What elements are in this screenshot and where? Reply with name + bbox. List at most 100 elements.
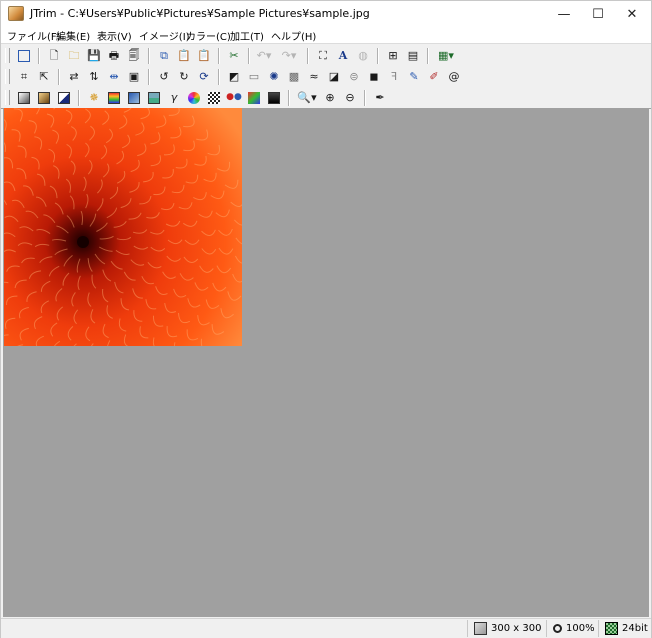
blur-icon[interactable]: ◪: [325, 68, 343, 86]
contrast-icon[interactable]: [265, 89, 283, 107]
menu-view[interactable]: 表示(V): [97, 28, 132, 43]
shadow-icon[interactable]: ▭: [245, 68, 263, 86]
maximize-button[interactable]: ☐: [581, 1, 615, 27]
separator: [38, 47, 40, 64]
image-adjust-icon[interactable]: [145, 89, 163, 107]
emboss-icon[interactable]: ◩: [225, 68, 243, 86]
pen-icon[interactable]: ✎: [405, 68, 423, 86]
separator: [148, 68, 150, 85]
separator: [218, 47, 220, 64]
undo-icon[interactable]: ↶▾: [255, 47, 273, 65]
light-burst-icon[interactable]: ✺: [265, 68, 283, 86]
status-zoom-pane: 100%: [546, 620, 598, 637]
brightness-icon[interactable]: ✵: [85, 89, 103, 107]
pixelate-icon[interactable]: ◼: [365, 68, 383, 86]
color-balance-icon[interactable]: [105, 89, 123, 107]
eyedropper-icon[interactable]: ✒: [371, 89, 389, 107]
brush-icon[interactable]: ✐: [425, 68, 443, 86]
app-icon[interactable]: [8, 6, 24, 21]
grayscale-icon[interactable]: [15, 89, 33, 107]
toolbar-row-2: ⌗ ⇱ ⇄ ⇅ ⇹ ▣ ↺ ↻ ⟳ ◩ ▭ ✺ ▩ ≈ ◪ ⊜ ◼ ꟻ ✎ ✐ …: [3, 66, 464, 87]
lens-icon[interactable]: ⊜: [345, 68, 363, 86]
window-title: JTrim - C:¥Users¥Public¥Pictures¥Sample …: [30, 7, 370, 20]
menu-edit[interactable]: 編集(E): [56, 28, 90, 43]
color-wheel-icon[interactable]: [185, 89, 203, 107]
status-image-size: 300 x 300: [491, 623, 542, 634]
rotate-free-icon[interactable]: ⟳: [195, 68, 213, 86]
toolbar-area: 🗋 🗀 💾 🖶 🗐 ⧉ 📋 📋 ✂ ↶▾ ↷▾ ⛶ A ◍ ⊞ ▤ ▦▾ ⌗ ⇱…: [1, 43, 651, 109]
print-preview-icon[interactable]: 🗐: [125, 47, 143, 65]
new-window-icon[interactable]: [15, 47, 33, 65]
menu-process[interactable]: 加工(T): [230, 28, 264, 43]
new-file-icon[interactable]: 🗋: [45, 47, 63, 65]
photo-chrysanthemum[interactable]: [4, 108, 242, 346]
paste-new-icon[interactable]: 📋: [195, 47, 213, 65]
minimize-button[interactable]: —: [547, 1, 581, 27]
image-size-icon: [474, 622, 487, 635]
paste-icon[interactable]: 📋: [175, 47, 193, 65]
title-bar[interactable]: JTrim - C:¥Users¥Public¥Pictures¥Sample …: [1, 1, 651, 27]
magnifier-icon: [553, 624, 562, 633]
frame-icon[interactable]: ▣: [125, 68, 143, 86]
menu-image[interactable]: イメージ(I): [139, 28, 190, 43]
status-size-pane: 300 x 300: [467, 620, 546, 637]
resize-icon[interactable]: ⇱: [35, 68, 53, 86]
mosaic-icon[interactable]: ▩: [285, 68, 303, 86]
separator: [78, 89, 80, 106]
separator: [427, 47, 429, 64]
hue-icon[interactable]: [125, 89, 143, 107]
status-bar: 300 x 300 100% 24bit: [1, 618, 651, 638]
flip-horizontal-icon[interactable]: ⇄: [65, 68, 83, 86]
color-depth-icon: [605, 622, 618, 635]
separator: [218, 68, 220, 85]
spiral-icon[interactable]: @: [445, 68, 463, 86]
text-icon[interactable]: A: [334, 47, 352, 65]
rgb-icon[interactable]: ● ●: [225, 89, 243, 107]
wave-icon[interactable]: ≈: [305, 68, 323, 86]
separator: [377, 47, 379, 64]
hdr-icon[interactable]: [245, 89, 263, 107]
status-zoom: 100%: [566, 623, 595, 634]
menu-color[interactable]: カラー(C): [186, 28, 231, 43]
fit-window-icon[interactable]: ⛶: [314, 47, 332, 65]
sharpen-icon[interactable]: ꟻ: [385, 68, 403, 86]
separator: [307, 47, 309, 64]
redo-icon[interactable]: ↷▾: [280, 47, 298, 65]
globe-icon[interactable]: ◍: [354, 47, 372, 65]
gamma-icon[interactable]: γ: [165, 89, 183, 107]
separator: [148, 47, 150, 64]
copy-icon[interactable]: ⧉: [155, 47, 173, 65]
status-color-depth: 24bit: [622, 623, 648, 634]
sepia-icon[interactable]: [35, 89, 53, 107]
negative-icon[interactable]: [55, 89, 73, 107]
menu-help[interactable]: ヘルプ(H): [271, 28, 316, 43]
zoom-icon[interactable]: 🔍▾: [295, 89, 319, 107]
toolbar-row-1: 🗋 🗀 💾 🖶 🗐 ⧉ 📋 📋 ✂ ↶▾ ↷▾ ⛶ A ◍ ⊞ ▤ ▦▾: [3, 45, 459, 66]
save-icon[interactable]: 💾: [85, 47, 103, 65]
separator: [364, 89, 366, 106]
rotate-right-icon[interactable]: ↻: [175, 68, 193, 86]
thumbnail-icon[interactable]: ⊞: [384, 47, 402, 65]
checker-icon[interactable]: [205, 89, 223, 107]
print-icon[interactable]: 🖶: [105, 47, 123, 65]
close-button[interactable]: ✕: [615, 1, 649, 27]
toolbar-row-3: ✵ γ ● ● 🔍▾ ⊕ ⊖ ✒: [3, 87, 390, 108]
zoom-out-icon[interactable]: ⊖: [341, 89, 359, 107]
capture-icon[interactable]: ✂: [225, 47, 243, 65]
toolbar-grip[interactable]: [5, 69, 10, 84]
menu-file[interactable]: ファイル(F): [7, 28, 61, 43]
toolbar-grip[interactable]: [5, 90, 10, 105]
toolbar-grip[interactable]: [5, 48, 10, 63]
filmstrip-icon[interactable]: ▤: [404, 47, 422, 65]
batch-icon[interactable]: ▦▾: [434, 47, 458, 65]
rotate-left-icon[interactable]: ↺: [155, 68, 173, 86]
app-window: JTrim - C:¥Users¥Public¥Pictures¥Sample …: [0, 0, 652, 638]
mirror-icon[interactable]: ⇹: [105, 68, 123, 86]
open-folder-icon[interactable]: 🗀: [65, 47, 83, 65]
flip-vertical-icon[interactable]: ⇅: [85, 68, 103, 86]
separator: [58, 68, 60, 85]
crop-icon[interactable]: ⌗: [15, 68, 33, 86]
image-canvas[interactable]: [3, 108, 649, 617]
zoom-in-icon[interactable]: ⊕: [321, 89, 339, 107]
menu-bar: ファイル(F) 編集(E) 表示(V) イメージ(I) カラー(C) 加工(T)…: [1, 27, 651, 43]
